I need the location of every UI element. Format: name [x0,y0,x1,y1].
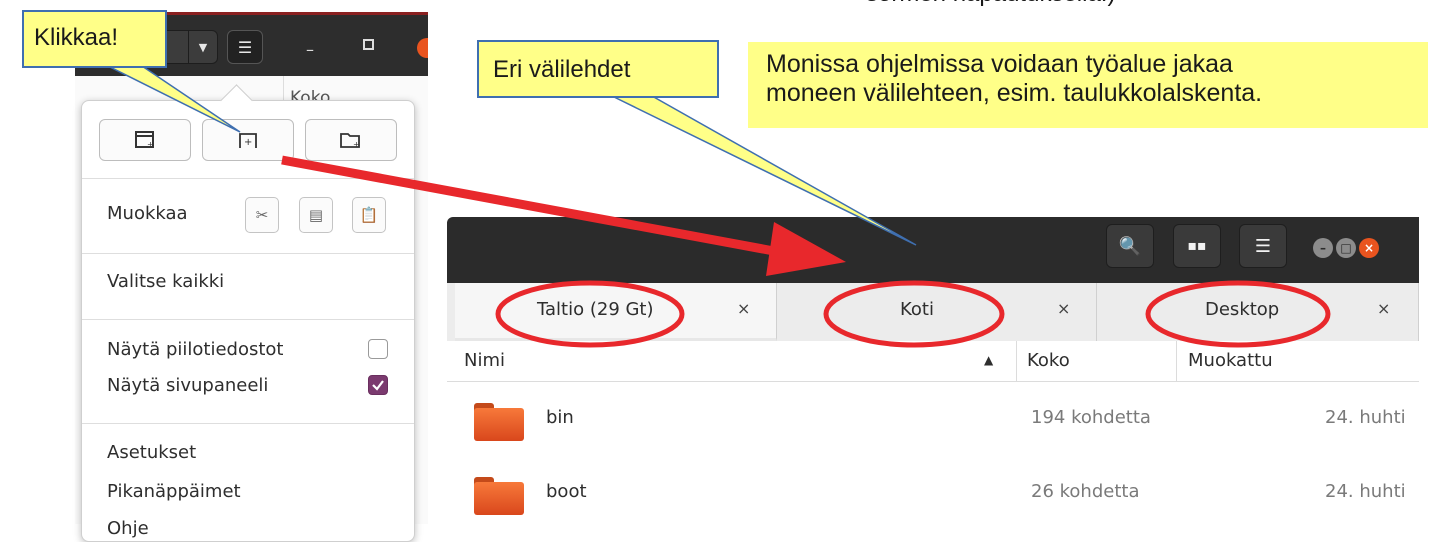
callout-klikkaa: Klikkaa! [22,10,167,68]
callout-klikkaa-text: Klikkaa! [34,24,119,51]
red-arrow-line [281,155,791,259]
callout-info-line1: Monissa ohjelmissa voidaan työalue jakaa [766,50,1233,78]
red-arrow-head [766,222,846,276]
highlight-ellipse-koti [823,280,1005,348]
highlight-ellipse-desktop [1145,280,1331,348]
callout-info: Monissa ohjelmissa voidaan työalue jakaa… [748,42,1428,128]
callout-tabs: Eri välilehdet [477,40,719,98]
callout-info-line2: moneen välilehteen, esim. taulukkolalske… [766,79,1263,107]
highlight-ellipse-taltio [495,280,685,348]
callout-tail-klikkaa [107,65,241,133]
callout-tabs-text: Eri välilehdet [493,56,631,83]
